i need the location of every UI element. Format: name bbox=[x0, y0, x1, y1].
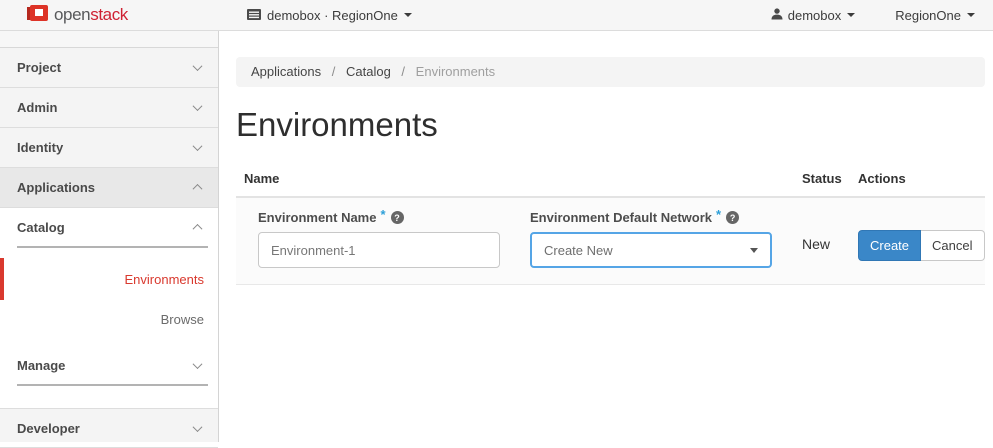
breadcrumb-link-catalog[interactable]: Catalog bbox=[346, 64, 391, 79]
actions-button-group: Create Cancel bbox=[858, 230, 985, 261]
sidebar-item-browse[interactable]: Browse bbox=[0, 300, 218, 338]
label-text: Environment Default Network bbox=[530, 210, 712, 225]
caret-down-icon bbox=[967, 13, 975, 17]
region-menu-label: RegionOne bbox=[895, 8, 961, 23]
user-menu[interactable]: demobox bbox=[771, 8, 855, 23]
breadcrumb-current: Environments bbox=[416, 64, 495, 79]
sidebar-item-label: Catalog bbox=[17, 220, 65, 235]
environment-name-label: Environment Name * ? bbox=[258, 210, 500, 225]
sidebar-item-label: Applications bbox=[17, 180, 95, 195]
context-switcher-label: demobox · RegionOne bbox=[267, 8, 398, 23]
question-circle-icon[interactable]: ? bbox=[391, 211, 404, 224]
logo-stack: stack bbox=[90, 5, 128, 24]
caret-down-icon bbox=[404, 13, 412, 17]
chevron-down-icon bbox=[193, 359, 203, 369]
manage-underline bbox=[17, 384, 208, 386]
sidebar: Project Admin Identity Applications Cata… bbox=[0, 31, 219, 442]
label-text: Environment Name bbox=[258, 210, 376, 225]
status-cell: New bbox=[802, 198, 858, 284]
sidebar-item-label: Developer bbox=[17, 421, 80, 436]
default-network-label: Environment Default Network * ? bbox=[530, 210, 772, 225]
environments-table: Name Status Actions Environment Name * ?… bbox=[236, 171, 985, 285]
sidebar-item-manage[interactable]: Manage bbox=[0, 346, 218, 384]
list-icon bbox=[247, 8, 267, 23]
required-asterisk: * bbox=[716, 207, 721, 222]
sidebar-item-label: Browse bbox=[161, 312, 204, 327]
breadcrumb: Applications / Catalog / Environments bbox=[236, 57, 985, 87]
select-value: Create New bbox=[544, 243, 613, 258]
select-caret-icon bbox=[750, 248, 758, 253]
sidebar-item-identity[interactable]: Identity bbox=[0, 128, 218, 168]
sidebar-item-applications[interactable]: Applications bbox=[0, 168, 218, 208]
sidebar-item-catalog[interactable]: Catalog bbox=[0, 208, 218, 246]
sidebar-item-developer[interactable]: Developer bbox=[0, 408, 218, 448]
table-header-row: Name Status Actions bbox=[236, 171, 985, 198]
default-network-select[interactable]: Create New bbox=[530, 232, 772, 268]
environment-name-group: Environment Name * ? bbox=[258, 206, 500, 268]
chevron-up-icon bbox=[193, 184, 203, 194]
page-title: Environments bbox=[236, 106, 985, 144]
openstack-cube-icon bbox=[27, 4, 49, 27]
caret-down-icon bbox=[847, 13, 855, 17]
actions-cell: Create Cancel bbox=[858, 198, 985, 284]
logo-open: open bbox=[54, 5, 90, 24]
user-menu-label: demobox bbox=[788, 8, 841, 23]
chevron-down-icon bbox=[193, 141, 203, 151]
name-cell: Environment Name * ? Environment Default… bbox=[236, 198, 802, 284]
sidebar-collapsed-strip bbox=[0, 31, 218, 48]
environment-name-input[interactable] bbox=[258, 232, 500, 268]
project-context-switcher[interactable]: demobox · RegionOne bbox=[247, 8, 412, 23]
breadcrumb-separator: / bbox=[332, 64, 336, 79]
sidebar-item-project[interactable]: Project bbox=[0, 48, 218, 88]
table-row: Environment Name * ? Environment Default… bbox=[236, 198, 985, 285]
sidebar-item-label: Environments bbox=[125, 272, 204, 287]
column-header-name: Name bbox=[236, 171, 802, 186]
chevron-up-icon bbox=[193, 223, 203, 233]
manage-block: Manage bbox=[0, 346, 218, 386]
navbar-right: demobox RegionOne bbox=[771, 8, 993, 23]
sidebar-item-environments[interactable]: Environments bbox=[0, 258, 218, 300]
cancel-button[interactable]: Cancel bbox=[921, 230, 984, 261]
applications-subpanel: Catalog Environments Browse Manage bbox=[0, 208, 218, 408]
column-header-actions: Actions bbox=[858, 171, 985, 186]
breadcrumb-link-applications[interactable]: Applications bbox=[251, 64, 321, 79]
sidebar-item-label: Admin bbox=[17, 100, 57, 115]
chevron-down-icon bbox=[193, 101, 203, 111]
question-circle-icon[interactable]: ? bbox=[726, 211, 739, 224]
default-network-group: Environment Default Network * ? Create N… bbox=[530, 206, 772, 268]
sidebar-item-label: Manage bbox=[17, 358, 65, 373]
breadcrumb-separator: / bbox=[401, 64, 405, 79]
openstack-logo[interactable]: openstack bbox=[0, 4, 219, 27]
top-navbar: openstack demobox · RegionOne demobox bbox=[0, 0, 993, 31]
required-asterisk: * bbox=[380, 207, 385, 222]
sidebar-item-label: Identity bbox=[17, 140, 63, 155]
region-menu[interactable]: RegionOne bbox=[895, 8, 975, 23]
logo-text: openstack bbox=[54, 5, 128, 25]
sidebar-item-admin[interactable]: Admin bbox=[0, 88, 218, 128]
chevron-down-icon bbox=[193, 61, 203, 71]
main-content: Applications / Catalog / Environments En… bbox=[220, 31, 993, 442]
create-button[interactable]: Create bbox=[858, 230, 921, 261]
sidebar-item-label: Project bbox=[17, 60, 61, 75]
catalog-underline bbox=[17, 246, 208, 248]
column-header-status: Status bbox=[802, 171, 858, 186]
chevron-down-icon bbox=[193, 422, 203, 432]
person-icon bbox=[771, 8, 788, 23]
